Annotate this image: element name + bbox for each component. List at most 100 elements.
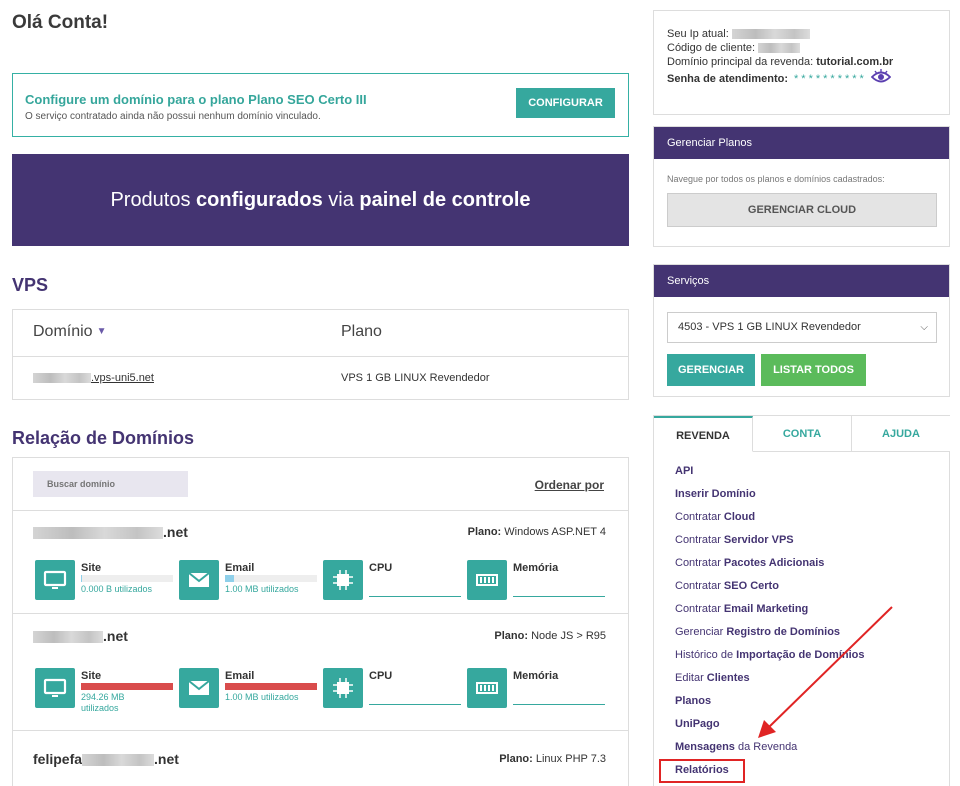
menu-item[interactable]: Contratar Cloud [675,510,865,533]
password-mask: ********** [794,72,867,85]
menu-item[interactable]: Planos [675,694,865,717]
menu-item[interactable]: Inserir Domínio [675,487,865,510]
menu-item-prefix: Contratar [675,557,724,569]
client-code-label: Código de cliente: [667,42,756,54]
site-metric[interactable]: Site 0.000 B utilizados [35,560,175,604]
domain-name[interactable]: felipefa .net [33,751,179,767]
email-metric[interactable]: Email 1.00 MB utilizados [179,560,319,604]
divider [13,730,628,731]
manage-plans-description: Navegue por todos os planos e domínios c… [667,174,885,184]
vps-domain-suffix: .vps-uni5.net [91,372,154,384]
main-domain-label: Domínio principal da revenda: [667,56,814,68]
divider [13,510,628,511]
domain-name-prefix: felipefa [33,751,83,767]
menu-item[interactable]: Contratar Email Marketing [675,602,865,625]
banner-text-1: Produtos [110,189,197,211]
cpu-underline [369,704,461,705]
memory-label: Memória [513,562,559,574]
cpu-label: CPU [369,670,393,682]
vps-domain-link[interactable]: .vps-uni5.net [33,372,154,384]
email-metric[interactable]: Email 1.00 MB utilizados [179,668,319,712]
chevron-down-icon: ⌵ [920,322,928,333]
highlight-box [659,759,745,783]
menu-item-prefix: Contratar [675,511,724,523]
email-label: Email [225,670,255,682]
vps-column-domain[interactable]: Domínio ▼ [33,323,106,341]
domain-plan-label: Plano: [499,753,533,765]
domain-name-suffix: .net [154,751,179,767]
domain-name-suffix: .net [163,524,188,540]
envelope-icon [179,668,219,708]
manage-service-button[interactable]: GERENCIAR [667,354,755,386]
redacted-text [33,373,91,384]
service-select-value: 4503 - VPS 1 GB LINUX Revendedor [678,321,861,333]
cpu-metric[interactable]: CPU [323,560,463,604]
cpu-label: CPU [369,562,393,574]
site-label: Site [81,562,102,574]
memory-icon [467,560,507,600]
menu-item-label: Registro de Domínios [726,626,841,638]
order-by-link[interactable]: Ordenar por [535,478,604,492]
configure-domain-alert: Configure um domínio para o plano Plano … [12,73,629,137]
email-usage-text: 1.00 MB utilizados [225,584,299,594]
domain-plan-label: Plano: [494,630,529,642]
tab-ajuda[interactable]: AJUDA [852,416,950,452]
email-usage-fill [225,575,235,582]
menu-item[interactable]: Contratar SEO Certo [675,579,865,602]
password-row: Senha de atendimento: ********** [667,69,936,89]
sort-caret-icon: ▼ [96,326,107,338]
menu-item-label: UniPago [675,718,720,730]
cpu-metric[interactable]: CPU [323,668,463,712]
menu-item-label: Mensagens [675,741,735,753]
tab-conta[interactable]: CONTA [753,416,852,452]
email-label: Email [225,562,255,574]
reseller-menu-list: API Inserir Domínio Contratar Cloud Contrat… [675,464,865,786]
domain-name[interactable]: .net [33,524,188,540]
site-usage-text: 0.000 B utilizados [81,584,153,594]
menu-item[interactable]: API [675,464,865,487]
menu-item-suffix: da Revenda [734,741,798,753]
divider [13,356,628,357]
vps-column-domain-label: Domínio [33,323,93,340]
vps-column-plan: Plano [341,323,382,340]
manage-cloud-button[interactable]: GERENCIAR CLOUD [667,193,937,227]
menu-item[interactable]: UniPago [675,717,865,740]
redacted-text [33,631,103,644]
menu-item[interactable]: Editar Clientes [675,671,865,694]
menu-item[interactable]: Contratar Pacotes Adicionais [675,556,865,579]
email-usage-bar [225,683,317,690]
list-all-button[interactable]: LISTAR TODOS [761,354,866,386]
domain-plan: Plano: Windows ASP.NET 4 [468,526,606,538]
menu-item-label: Clientes [706,672,750,684]
domain-plan: Plano: Node JS > R95 [494,630,606,642]
main-domain-row: Domínio principal da revenda: tutorial.c… [667,55,936,69]
menu-item-label: Planos [675,695,712,707]
menu-item[interactable]: Histórico de Importação de Domínios [675,648,865,671]
menu-item-prefix: Contratar [675,603,724,615]
menu-item[interactable]: Gerenciar Registro de Domínios [675,625,865,648]
menu-item[interactable]: Contratar Servidor VPS [675,533,865,556]
vps-table: Domínio ▼ Plano .vps-uni5.net VPS 1 GB LI… [12,309,629,400]
domain-plan-label: Plano: [467,526,502,538]
domain-name[interactable]: .net [33,628,128,644]
configure-button[interactable]: CONFIGURAR [516,88,615,118]
menu-item-label: Pacotes Adicionais [723,557,825,569]
memory-underline [513,596,605,597]
eye-icon[interactable] [870,69,892,89]
menu-item-label: Cloud [723,511,756,523]
memory-metric[interactable]: Memória [467,668,607,712]
page-title: Olá Conta! [12,12,109,33]
menu-item-prefix: Contratar [675,534,724,546]
envelope-icon [179,560,219,600]
products-banner[interactable]: Produtos configurados via painel de cont… [12,154,629,246]
site-usage-bar [81,575,173,582]
tab-revenda[interactable]: REVENDA [654,416,753,452]
site-usage-fill [81,575,82,582]
domain-search-input[interactable] [33,471,188,497]
memory-metric[interactable]: Memória [467,560,607,604]
configure-subtitle: O serviço contratado ainda não possui ne… [25,111,321,122]
site-metric[interactable]: Site 294.26 MB utilizados [35,668,175,713]
menu-item-label: API [675,465,694,477]
service-select[interactable]: 4503 - VPS 1 GB LINUX Revendedor ⌵ [667,312,937,343]
menu-item-label: SEO Certo [723,580,779,592]
